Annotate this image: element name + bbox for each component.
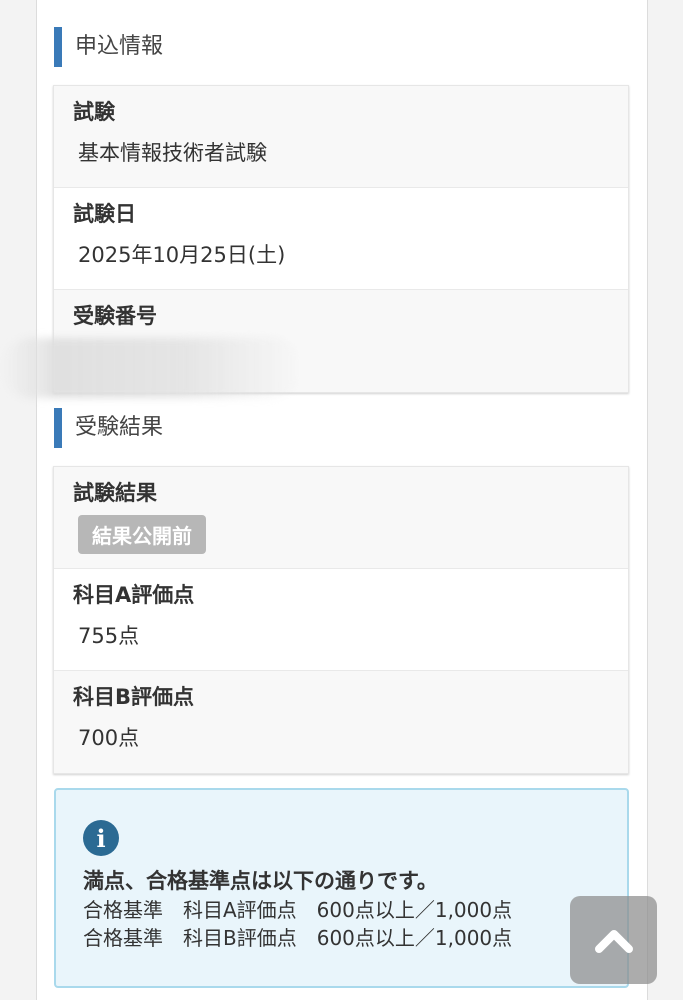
section-title-application: 申込情報 — [54, 27, 163, 67]
score-b-value: 700点 — [78, 726, 140, 750]
scroll-to-top-button[interactable] — [570, 896, 657, 984]
row-result: 試験結果 結果公開前 — [54, 467, 628, 569]
row-score-a: 科目A評価点 755点 — [54, 569, 628, 671]
info-icon: i — [83, 820, 119, 856]
row-exam: 試験 基本情報技術者試験 — [54, 86, 628, 188]
exam-date-label: 試験日 — [73, 202, 136, 226]
score-b-label: 科目B評価点 — [73, 685, 195, 709]
exam-date-value: 2025年10月25日(土) — [78, 243, 286, 267]
chevron-up-icon — [594, 930, 633, 953]
notice-line: 合格基準 科目A評価点 600点以上／1,000点 — [83, 898, 513, 922]
result-label: 試験結果 — [73, 481, 157, 505]
redacted-exam-number — [2, 338, 302, 398]
row-exam-date: 試験日 2025年10月25日(土) — [54, 188, 628, 290]
result-card: 試験結果 結果公開前 科目A評価点 755点 科目B評価点 700点 — [53, 466, 629, 774]
score-a-value: 755点 — [78, 624, 140, 648]
notice-heading: 満点、合格基準点は以下の通りです。 — [83, 869, 438, 893]
exam-label: 試験 — [73, 100, 115, 124]
exam-number-label: 受験番号 — [73, 304, 157, 328]
notice-line: 合格基準 科目B評価点 600点以上／1,000点 — [83, 926, 513, 950]
row-score-b: 科目B評価点 700点 — [54, 671, 628, 773]
status-badge: 結果公開前 — [78, 515, 206, 554]
section-title-result: 受験結果 — [54, 408, 163, 448]
score-a-label: 科目A評価点 — [73, 583, 195, 607]
exam-value: 基本情報技術者試験 — [78, 141, 267, 165]
notice-box: i 満点、合格基準点は以下の通りです。 合格基準 科目A評価点 600点以上／1… — [54, 788, 629, 988]
